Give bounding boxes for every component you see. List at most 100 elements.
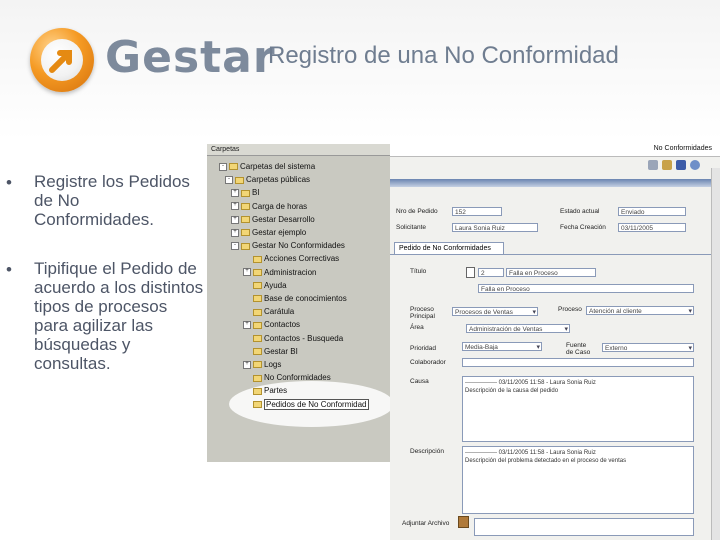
area-select[interactable]: Administración de Ventas — [466, 324, 570, 333]
tree-item-label: Carátula — [264, 307, 295, 317]
tree-item[interactable]: No Conformidades — [243, 373, 331, 383]
folder-icon — [253, 282, 262, 290]
tree-item[interactable]: - Carpetas del sistema — [219, 162, 315, 172]
tree-item-label: Gestar Desarrollo — [252, 214, 315, 224]
tree-item[interactable]: Ayuda — [243, 281, 287, 291]
edit-icon[interactable] — [662, 160, 672, 170]
collapse-icon[interactable]: - — [231, 242, 239, 251]
attach-icon[interactable] — [458, 516, 469, 528]
folder-icon — [241, 189, 250, 197]
tree-item-label: Ayuda — [264, 280, 287, 290]
titulo-detail-field[interactable]: Falla en Proceso — [478, 284, 694, 293]
expand-icon[interactable]: + — [243, 321, 251, 330]
tab-pedido-no-conformidades[interactable]: Pedido de No Conformidades — [394, 242, 504, 254]
tree-item-label: Acciones Correctivas — [264, 254, 340, 264]
tree-item-label: Gestar BI — [264, 346, 298, 356]
titulo-field[interactable]: Falla en Proceso — [506, 268, 596, 277]
folder-icon — [253, 255, 262, 263]
tree-item-label: Contactos — [264, 320, 301, 330]
gestar-logo-mark — [30, 28, 94, 92]
folder-icon — [241, 216, 250, 224]
tree-header: Carpetas — [207, 144, 390, 156]
scrollbar[interactable] — [711, 168, 720, 540]
save-icon[interactable] — [676, 160, 686, 170]
bullet-mark: • — [6, 173, 12, 192]
tree-item-label: Contactos - Busqueda — [264, 333, 344, 343]
tree-item-label: Administracion — [264, 267, 317, 277]
fecha-creacion-field[interactable]: 03/11/2005 — [618, 223, 686, 232]
folder-icon — [241, 229, 250, 237]
folder-icon — [253, 295, 262, 303]
descripcion-textarea[interactable]: ---------------- 03/11/2005 11:58 - Laur… — [462, 446, 694, 514]
colaborador-field[interactable] — [462, 358, 694, 367]
tree-item[interactable]: + BI — [231, 188, 260, 198]
proceso-select[interactable]: Atención al cliente — [586, 306, 694, 315]
expand-icon[interactable]: + — [243, 268, 251, 277]
tree-item[interactable]: Base de conocimientos — [243, 294, 347, 304]
adjuntar-archivo-field[interactable] — [474, 518, 694, 536]
folder-icon — [241, 242, 250, 250]
expand-icon[interactable]: + — [231, 215, 239, 224]
folder-icon — [253, 268, 262, 276]
tree-item[interactable]: Carátula — [243, 307, 294, 317]
tree-item-label: Carga de horas — [252, 201, 308, 211]
fecha-creacion-label: Fecha Creación — [560, 224, 606, 231]
tree-item[interactable]: Acciones Correctivas — [243, 254, 339, 264]
tree-item-label: Logs — [264, 360, 282, 369]
tree-item[interactable]: Gestar BI — [243, 347, 298, 357]
estado-label: Estado actual — [560, 208, 600, 215]
folder-icon — [253, 308, 262, 316]
tree-item-label: Pedidos de No Conformidad — [264, 398, 369, 410]
expand-icon[interactable]: + — [243, 360, 251, 369]
nro-pedido-field[interactable]: 152 — [452, 207, 502, 216]
prioridad-select[interactable]: Media-Baja — [462, 342, 542, 351]
folder-icon — [253, 348, 262, 356]
collapse-icon[interactable]: - — [219, 162, 227, 171]
tree-item[interactable]: + Administracion — [243, 268, 316, 278]
folder-icon — [229, 163, 238, 171]
tree-item[interactable]: + Gestar Desarrollo — [231, 215, 315, 225]
causa-text: Descripción de la causa del pedido — [465, 388, 559, 394]
tree-item[interactable]: - Gestar No Conformidades — [231, 241, 345, 251]
prioridad-label: Prioridad — [410, 345, 437, 352]
print-icon[interactable] — [648, 160, 658, 170]
bullet-text-registre: Registre los Pedidos de No Conformidades… — [34, 172, 190, 229]
descripcion-log-line: ---------------- 03/11/2005 11:58 - Laur… — [465, 450, 596, 456]
tree-item[interactable]: - Carpetas públicas — [225, 175, 310, 185]
tree-item[interactable]: Pedidos de No Conformidad — [243, 398, 369, 410]
tree-item-label: Base de conocimientos — [264, 294, 347, 303]
window-title: No Conformidades — [653, 145, 712, 152]
tab-divider — [390, 254, 712, 255]
descripcion-text: Descripción del problema detectado en el… — [465, 458, 627, 464]
estado-field[interactable]: Enviado — [618, 207, 686, 216]
collapse-icon[interactable]: - — [225, 176, 233, 185]
tree-item[interactable]: + Carga de horas — [231, 202, 307, 212]
tree-item[interactable]: + Contactos — [243, 320, 300, 330]
form-topbar: No Conformidades — [390, 144, 720, 157]
causa-label: Causa — [410, 378, 429, 385]
titulo-code-field[interactable]: 2 — [478, 268, 504, 277]
refresh-icon[interactable] — [690, 160, 700, 170]
solicitante-field[interactable]: Laura Sonia Ruiz — [452, 223, 538, 232]
tree-item-label: BI — [252, 188, 260, 198]
tree-item-label: Partes — [264, 386, 288, 396]
tree-item[interactable]: + Gestar ejemplo — [231, 228, 306, 238]
proceso-principal-select[interactable]: Procesos de Ventas — [452, 307, 538, 316]
expand-icon[interactable]: + — [231, 228, 239, 237]
titulo-checkbox[interactable] — [466, 267, 475, 278]
folder-icon — [253, 374, 262, 382]
fuente-caso-select[interactable]: Externo — [602, 343, 694, 352]
causa-textarea[interactable]: ---------------- 03/11/2005 11:58 - Laur… — [462, 376, 694, 442]
folder-icon — [253, 361, 262, 369]
tree-item[interactable]: Partes — [243, 386, 287, 396]
fuente-caso-label: Fuente de Caso — [566, 342, 591, 356]
expand-icon[interactable]: + — [231, 202, 239, 211]
gestar-logo-text: Gestar — [105, 32, 276, 83]
tree-item-label: Gestar No Conformidades — [252, 241, 345, 251]
expand-icon[interactable]: + — [231, 189, 239, 198]
folder-icon — [253, 321, 262, 329]
tree-item[interactable]: Contactos - Busqueda — [243, 334, 343, 344]
tree-item[interactable]: + Logs — [243, 360, 281, 370]
folder-icon — [241, 202, 250, 210]
adjuntar-archivo-label: Adjuntar Archivo — [402, 520, 450, 527]
